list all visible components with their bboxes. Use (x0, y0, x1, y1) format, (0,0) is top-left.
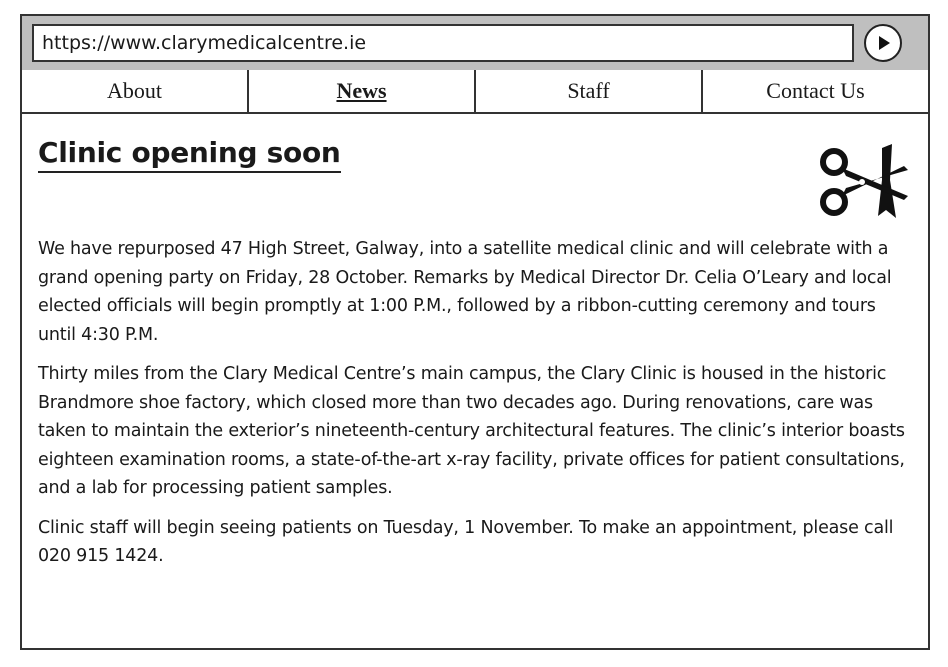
go-button[interactable] (864, 24, 902, 62)
article-paragraph: Clinic staff will begin seeing patients … (38, 517, 894, 567)
play-circle-icon (879, 36, 890, 50)
browser-toolbar: https://www.clarymedicalcentre.ie (22, 16, 928, 72)
article-paragraph: We have repurposed 47 High Street, Galwa… (38, 239, 892, 345)
address-bar[interactable]: https://www.clarymedicalcentre.ie (32, 24, 854, 62)
nav-tabs: About News Staff Contact Us (22, 70, 928, 114)
tab-staff[interactable]: Staff (476, 70, 703, 112)
tab-about[interactable]: About (22, 70, 249, 112)
url-text: https://www.clarymedicalcentre.ie (42, 32, 367, 54)
scissors-cutting-ribbon-icon (820, 144, 908, 218)
tab-contact-us[interactable]: Contact Us (703, 70, 928, 112)
article-title: Clinic opening soon (38, 136, 341, 173)
article-paragraph: Thirty miles from the Clary Medical Cent… (38, 364, 905, 498)
article: Clinic opening soon We have repurposed 4… (38, 128, 910, 571)
browser-window: https://www.clarymedicalcentre.ie About … (20, 14, 930, 650)
tab-news[interactable]: News (249, 70, 476, 112)
